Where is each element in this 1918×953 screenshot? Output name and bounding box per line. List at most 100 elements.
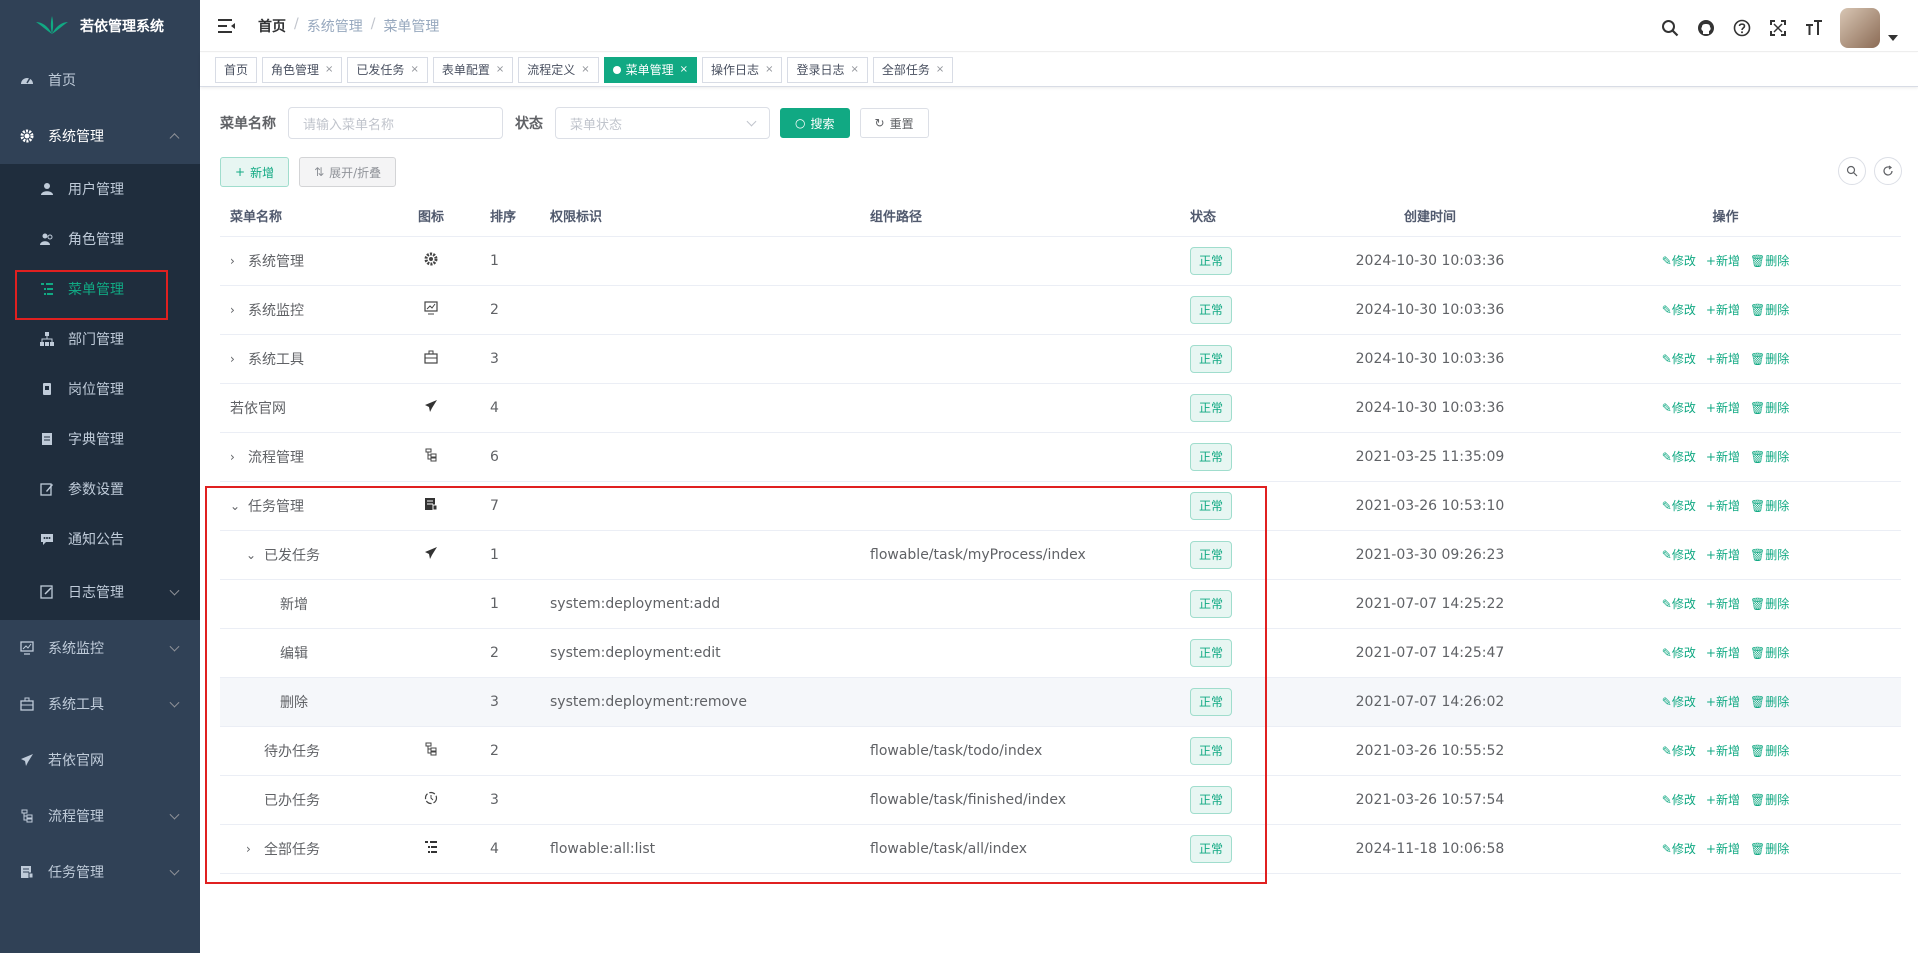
sidebar-item-system[interactable]: 系统管理: [0, 108, 200, 164]
close-icon[interactable]: ×: [850, 64, 858, 75]
close-icon[interactable]: ×: [936, 64, 944, 75]
edit-button[interactable]: ✎修改: [1662, 448, 1696, 465]
edit-button[interactable]: ✎修改: [1662, 399, 1696, 416]
delete-button[interactable]: 🗑删除: [1750, 448, 1789, 465]
sidebar-item-dict[interactable]: 字典管理: [0, 414, 200, 464]
close-icon[interactable]: ×: [410, 64, 418, 75]
chevron-down-icon[interactable]: ⌄: [230, 499, 242, 513]
table-row[interactable]: › 系统监控 2 正常 2024-10-30 10:03:36 ✎修改 +新增 🗑删除: [220, 285, 1901, 335]
tab-flow-def[interactable]: 流程定义 ×: [518, 56, 599, 83]
edit-button[interactable]: ✎修改: [1662, 595, 1696, 612]
breadcrumb-home[interactable]: 首页: [258, 16, 286, 36]
search-button[interactable]: ○ 搜索: [780, 108, 850, 138]
delete-button[interactable]: 🗑删除: [1750, 644, 1789, 661]
table-row[interactable]: 新增 1 system:deployment:add 正常 2021-07-07 14:…: [220, 579, 1901, 629]
delete-button[interactable]: 🗑删除: [1750, 791, 1789, 808]
tab-oper-log[interactable]: 操作日志 ×: [702, 56, 783, 83]
tab-menus[interactable]: 菜单管理 ×: [603, 56, 698, 83]
close-icon[interactable]: ×: [496, 64, 504, 75]
sidebar-item-logs[interactable]: 日志管理: [0, 564, 200, 620]
add-child-button[interactable]: +新增: [1706, 448, 1740, 465]
close-icon[interactable]: ×: [581, 64, 589, 75]
refresh-button[interactable]: [1874, 157, 1902, 185]
delete-button[interactable]: 🗑删除: [1750, 595, 1789, 612]
add-button[interactable]: + 新增: [220, 157, 290, 187]
tab-login-log[interactable]: 登录日志 ×: [787, 56, 868, 83]
add-child-button[interactable]: +新增: [1706, 693, 1740, 710]
sidebar-item-ruoyi[interactable]: 若依官网: [0, 732, 200, 788]
tab-form-config[interactable]: 表单配置 ×: [432, 56, 514, 83]
fullscreen-icon[interactable]: [1768, 18, 1788, 38]
add-child-button[interactable]: +新增: [1706, 742, 1740, 759]
sidebar-item-home[interactable]: 首页: [0, 52, 200, 108]
edit-button[interactable]: ✎修改: [1662, 350, 1696, 367]
edit-button[interactable]: ✎修改: [1662, 546, 1696, 563]
sidebar-item-notice[interactable]: 通知公告: [0, 514, 200, 564]
edit-button[interactable]: ✎修改: [1662, 791, 1696, 808]
tab-all-tasks[interactable]: 全部任务 ×: [872, 56, 954, 83]
chevron-right-icon[interactable]: ›: [230, 303, 242, 317]
add-child-button[interactable]: +新增: [1706, 840, 1740, 857]
table-row[interactable]: › 流程管理 6 正常 2021-03-25 11:35:09 ✎修改 +新增 🗑删除: [220, 432, 1901, 482]
table-row[interactable]: › 全部任务 4 flowable:all:list flowable/task/all…: [220, 824, 1901, 874]
delete-button[interactable]: 🗑删除: [1750, 546, 1789, 563]
delete-button[interactable]: 🗑删除: [1750, 693, 1789, 710]
sidebar-item-depts[interactable]: 部门管理: [0, 314, 200, 364]
table-row[interactable]: ⌄ 已发任务 1 flowable/task/myProcess/index 正常 202…: [220, 530, 1901, 580]
delete-button[interactable]: 🗑删除: [1750, 252, 1789, 269]
delete-button[interactable]: 🗑删除: [1750, 399, 1789, 416]
expand-toggle-button[interactable]: ⇅ 展开/折叠: [299, 157, 397, 187]
sidebar-item-flow[interactable]: 流程管理: [0, 788, 200, 844]
add-child-button[interactable]: +新增: [1706, 644, 1740, 661]
table-row[interactable]: 编辑 2 system:deployment:edit 正常 2021-07-07 14…: [220, 628, 1901, 678]
edit-button[interactable]: ✎修改: [1662, 693, 1696, 710]
chevron-right-icon[interactable]: ›: [230, 450, 242, 464]
breadcrumb-system[interactable]: 系统管理: [307, 16, 363, 36]
delete-button[interactable]: 🗑删除: [1750, 742, 1789, 759]
sidebar-item-config[interactable]: 参数设置: [0, 464, 200, 514]
edit-button[interactable]: ✎修改: [1662, 497, 1696, 514]
search-icon[interactable]: [1660, 18, 1680, 38]
table-row[interactable]: 若依官网 4 正常 2024-10-30 10:03:36 ✎修改 +新增 🗑删除: [220, 383, 1901, 433]
add-child-button[interactable]: +新增: [1706, 252, 1740, 269]
close-icon[interactable]: ×: [765, 64, 773, 75]
chevron-right-icon[interactable]: ›: [246, 842, 258, 856]
tab-roles[interactable]: 角色管理 ×: [262, 56, 343, 83]
font-size-icon[interactable]: [1804, 18, 1824, 38]
table-row[interactable]: › 系统管理 1 正常 2024-10-30 10:03:36 ✎修改 +新增 🗑删除: [220, 236, 1901, 286]
delete-button[interactable]: 🗑删除: [1750, 350, 1789, 367]
sidebar-item-task[interactable]: 任务管理: [0, 844, 200, 900]
toggle-search-button[interactable]: [1838, 157, 1866, 185]
add-child-button[interactable]: +新增: [1706, 546, 1740, 563]
table-row[interactable]: 待办任务 2 flowable/task/todo/index 正常 2021-03-2…: [220, 726, 1901, 776]
table-row[interactable]: › 系统工具 3 正常 2024-10-30 10:03:36 ✎修改 +新增 🗑删除: [220, 334, 1901, 384]
chevron-right-icon[interactable]: ›: [230, 352, 242, 366]
caret-down-icon[interactable]: [1888, 35, 1898, 41]
add-child-button[interactable]: +新增: [1706, 791, 1740, 808]
reset-button[interactable]: ↻ 重置: [859, 108, 929, 138]
avatar[interactable]: [1840, 8, 1880, 48]
sidebar-item-tool[interactable]: 系统工具: [0, 676, 200, 732]
github-icon[interactable]: [1696, 18, 1716, 38]
add-child-button[interactable]: +新增: [1706, 350, 1740, 367]
edit-button[interactable]: ✎修改: [1662, 252, 1696, 269]
delete-button[interactable]: 🗑删除: [1750, 301, 1789, 318]
add-child-button[interactable]: +新增: [1706, 595, 1740, 612]
delete-button[interactable]: 🗑删除: [1750, 497, 1789, 514]
add-child-button[interactable]: +新增: [1706, 399, 1740, 416]
add-child-button[interactable]: +新增: [1706, 301, 1740, 318]
hamburger-icon[interactable]: [218, 18, 236, 34]
table-row[interactable]: ⌄ 任务管理 7 正常 2021-03-26 10:53:10 ✎修改 +新增 🗑删除: [220, 481, 1901, 531]
sidebar-item-users[interactable]: 用户管理: [0, 164, 200, 214]
table-row[interactable]: 删除 3 system:deployment:remove 正常 2021-07-07 …: [220, 677, 1901, 727]
edit-button[interactable]: ✎修改: [1662, 301, 1696, 318]
edit-button[interactable]: ✎修改: [1662, 644, 1696, 661]
close-icon[interactable]: ×: [325, 64, 333, 75]
add-child-button[interactable]: +新增: [1706, 497, 1740, 514]
chevron-down-icon[interactable]: ⌄: [246, 548, 258, 562]
table-row[interactable]: 已办任务 3 flowable/task/finished/index 正常 2021-…: [220, 775, 1901, 825]
tab-sent-tasks[interactable]: 已发任务 ×: [347, 56, 428, 83]
question-icon[interactable]: [1732, 18, 1752, 38]
chevron-right-icon[interactable]: ›: [230, 254, 242, 268]
sidebar-item-posts[interactable]: 岗位管理: [0, 364, 200, 414]
